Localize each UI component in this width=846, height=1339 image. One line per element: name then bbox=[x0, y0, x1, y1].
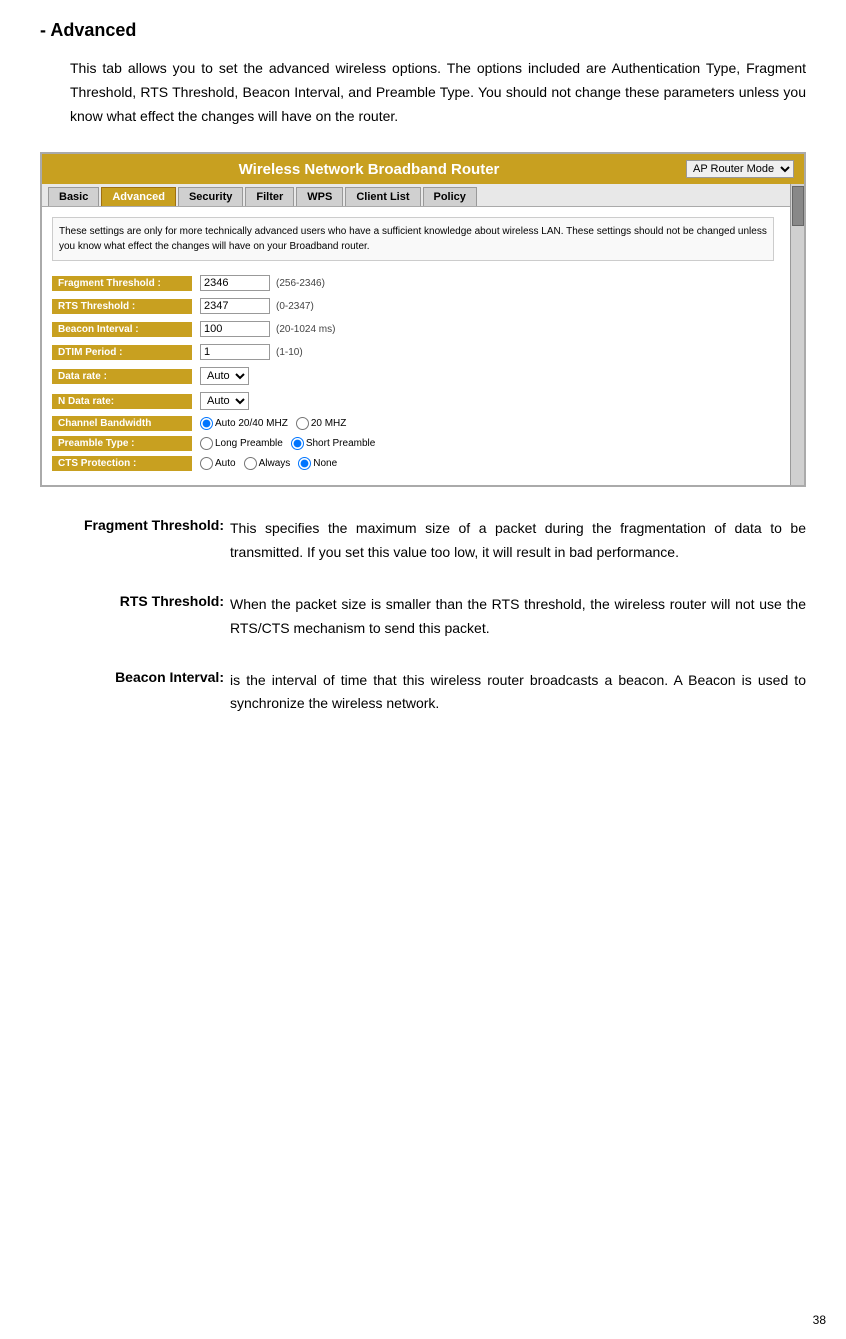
router-scrollbar-thumb[interactable] bbox=[792, 186, 804, 226]
cts-protection-value: Auto Always None bbox=[192, 455, 774, 472]
cts-none-radio[interactable] bbox=[298, 457, 311, 470]
channel-bandwidth-value: Auto 20/40 MHZ 20 MHZ bbox=[192, 415, 774, 432]
router-notice: These settings are only for more technic… bbox=[52, 217, 774, 261]
cts-auto-label[interactable]: Auto bbox=[200, 457, 236, 470]
section-title: - Advanced bbox=[40, 20, 806, 41]
channel-bw-auto-label[interactable]: Auto 20/40 MHZ bbox=[200, 417, 288, 430]
dtim-period-hint: (1-10) bbox=[276, 347, 303, 358]
cts-always-label[interactable]: Always bbox=[244, 457, 291, 470]
fragment-threshold-hint: (256-2346) bbox=[276, 278, 325, 289]
nav-tab-basic[interactable]: Basic bbox=[48, 187, 99, 206]
cts-protection-row: CTS Protection : Auto Always N bbox=[52, 455, 774, 472]
n-data-rate-select[interactable]: Auto bbox=[200, 392, 249, 410]
desc-fragment-threshold-body: This specifies the maximum size of a pac… bbox=[230, 517, 806, 565]
n-data-rate-row: N Data rate: Auto bbox=[52, 390, 774, 412]
rts-threshold-label: RTS Threshold : bbox=[52, 299, 192, 314]
router-body: These settings are only for more technic… bbox=[42, 207, 790, 485]
nav-tab-wps[interactable]: WPS bbox=[296, 187, 343, 206]
desc-beacon-interval: Beacon Interval: is the interval of time… bbox=[40, 669, 806, 717]
fragment-threshold-value: (256-2346) bbox=[192, 273, 774, 293]
rts-threshold-input[interactable] bbox=[200, 298, 270, 314]
nav-tab-security[interactable]: Security bbox=[178, 187, 243, 206]
router-scrollbar[interactable] bbox=[790, 184, 804, 485]
preamble-short-radio[interactable] bbox=[291, 437, 304, 450]
dtim-period-row: DTIM Period : (1-10) bbox=[52, 342, 774, 362]
cts-protection-label: CTS Protection : bbox=[52, 456, 192, 471]
channel-bandwidth-label: Channel Bandwidth bbox=[52, 416, 192, 431]
rts-threshold-hint: (0-2347) bbox=[276, 301, 314, 312]
channel-bw-20-label[interactable]: 20 MHZ bbox=[296, 417, 347, 430]
data-rate-value: Auto bbox=[192, 365, 774, 387]
cts-protection-radio-group: Auto Always None bbox=[200, 457, 337, 470]
rts-threshold-value: (0-2347) bbox=[192, 296, 774, 316]
desc-rts-threshold-term: RTS Threshold: bbox=[40, 593, 230, 609]
desc-rts-threshold-body: When the packet size is smaller than the… bbox=[230, 593, 806, 641]
dtim-period-input[interactable] bbox=[200, 344, 270, 360]
page-number: 38 bbox=[813, 1313, 826, 1327]
preamble-type-label: Preamble Type : bbox=[52, 436, 192, 451]
desc-fragment-threshold: Fragment Threshold: This specifies the m… bbox=[40, 517, 806, 565]
data-rate-label: Data rate : bbox=[52, 369, 192, 384]
cts-always-radio[interactable] bbox=[244, 457, 257, 470]
data-rate-row: Data rate : Auto bbox=[52, 365, 774, 387]
nav-tab-advanced[interactable]: Advanced bbox=[101, 187, 176, 206]
preamble-short-label[interactable]: Short Preamble bbox=[291, 437, 375, 450]
router-nav: Basic Advanced Security Filter WPS Clien… bbox=[42, 184, 804, 207]
channel-bandwidth-row: Channel Bandwidth Auto 20/40 MHZ 20 MHZ bbox=[52, 415, 774, 432]
data-rate-select[interactable]: Auto bbox=[200, 367, 249, 385]
beacon-interval-row: Beacon Interval : (20-1024 ms) bbox=[52, 319, 774, 339]
nav-tab-policy[interactable]: Policy bbox=[423, 187, 477, 206]
dtim-period-label: DTIM Period : bbox=[52, 345, 192, 360]
desc-rts-threshold: RTS Threshold: When the packet size is s… bbox=[40, 593, 806, 641]
settings-container: Fragment Threshold : (256-2346) RTS Thre… bbox=[52, 273, 774, 472]
rts-threshold-row: RTS Threshold : (0-2347) bbox=[52, 296, 774, 316]
n-data-rate-label: N Data rate: bbox=[52, 394, 192, 409]
preamble-type-value: Long Preamble Short Preamble bbox=[192, 435, 774, 452]
cts-none-label[interactable]: None bbox=[298, 457, 337, 470]
channel-bw-auto-radio[interactable] bbox=[200, 417, 213, 430]
n-data-rate-value: Auto bbox=[192, 390, 774, 412]
preamble-type-radio-group: Long Preamble Short Preamble bbox=[200, 437, 375, 450]
router-mode-select[interactable]: AP Router Mode bbox=[686, 160, 794, 178]
router-header: Wireless Network Broadband Router AP Rou… bbox=[42, 154, 804, 184]
preamble-long-label[interactable]: Long Preamble bbox=[200, 437, 283, 450]
desc-beacon-interval-term: Beacon Interval: bbox=[40, 669, 230, 685]
router-header-title: Wireless Network Broadband Router bbox=[52, 161, 686, 178]
cts-auto-radio[interactable] bbox=[200, 457, 213, 470]
preamble-long-radio[interactable] bbox=[200, 437, 213, 450]
nav-tab-filter[interactable]: Filter bbox=[245, 187, 294, 206]
beacon-interval-value: (20-1024 ms) bbox=[192, 319, 774, 339]
desc-beacon-interval-body: is the interval of time that this wirele… bbox=[230, 669, 806, 717]
nav-tab-clientlist[interactable]: Client List bbox=[345, 187, 420, 206]
router-ui-screenshot: Wireless Network Broadband Router AP Rou… bbox=[40, 152, 806, 487]
fragment-threshold-row: Fragment Threshold : (256-2346) bbox=[52, 273, 774, 293]
dtim-period-value: (1-10) bbox=[192, 342, 774, 362]
preamble-type-row: Preamble Type : Long Preamble Short Prea… bbox=[52, 435, 774, 452]
beacon-interval-input[interactable] bbox=[200, 321, 270, 337]
fragment-threshold-input[interactable] bbox=[200, 275, 270, 291]
fragment-threshold-label: Fragment Threshold : bbox=[52, 276, 192, 291]
channel-bw-20-radio[interactable] bbox=[296, 417, 309, 430]
desc-fragment-threshold-term: Fragment Threshold: bbox=[40, 517, 230, 533]
channel-bandwidth-radio-group: Auto 20/40 MHZ 20 MHZ bbox=[200, 417, 346, 430]
intro-paragraph: This tab allows you to set the advanced … bbox=[40, 57, 806, 128]
beacon-interval-hint: (20-1024 ms) bbox=[276, 324, 335, 335]
beacon-interval-label: Beacon Interval : bbox=[52, 322, 192, 337]
